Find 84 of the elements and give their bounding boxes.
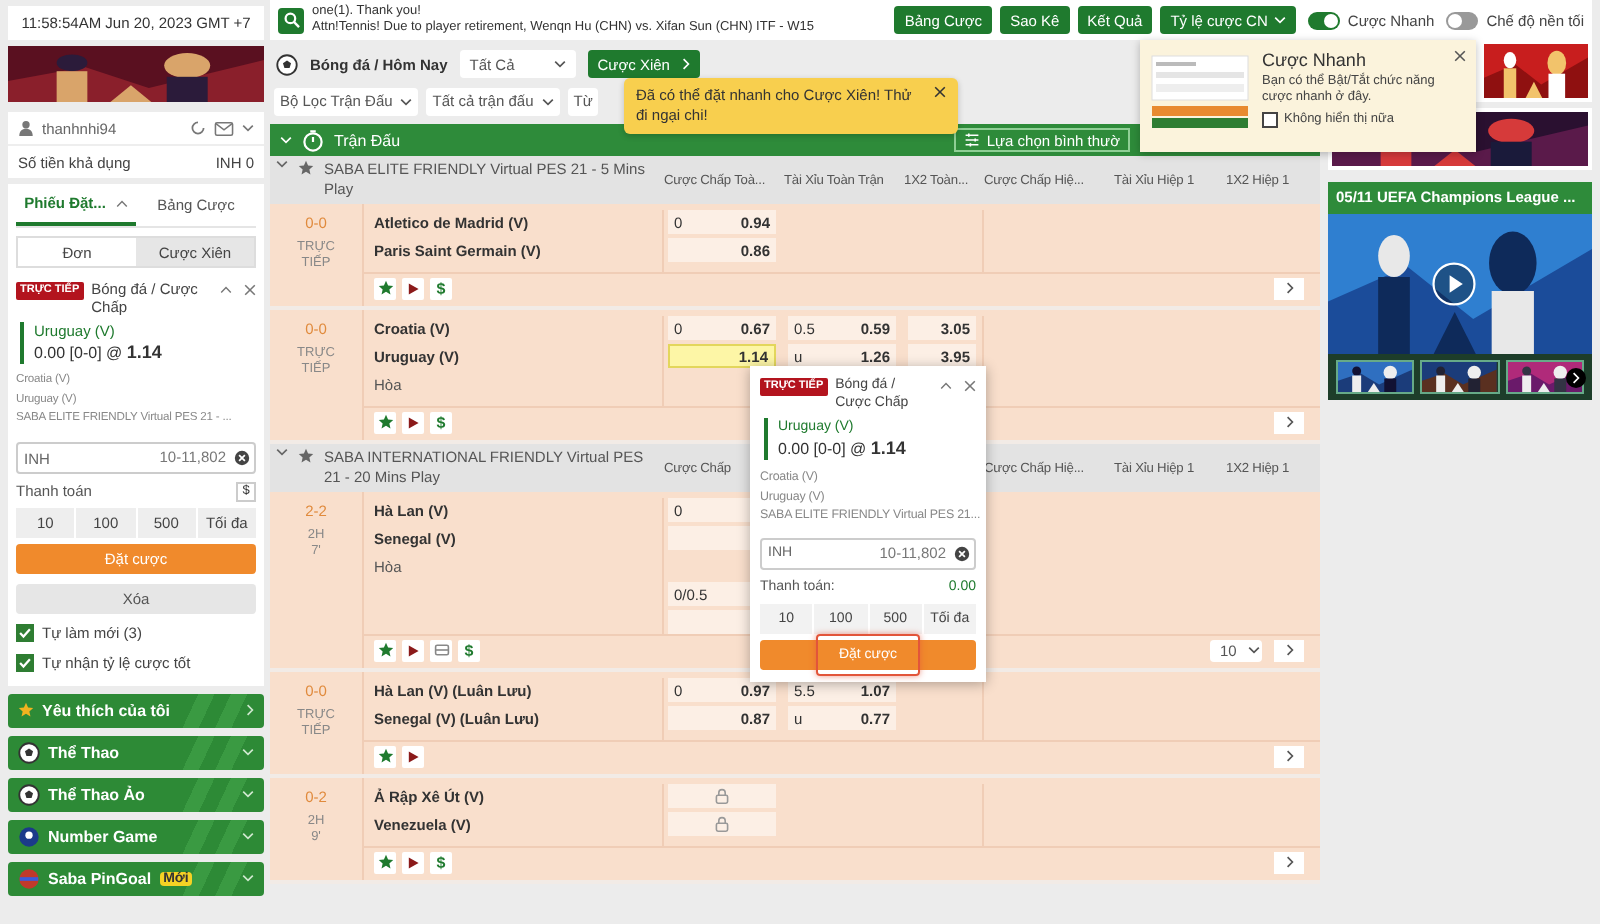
chevron-right-icon [1285,750,1293,762]
chevron-down-icon[interactable] [276,160,288,168]
lock-icon [714,816,730,832]
star-icon[interactable] [298,448,314,464]
caret-icon [115,199,128,207]
mail-icon[interactable] [214,121,234,135]
close-icon[interactable] [934,86,946,98]
cashout-button[interactable]: $ [458,639,480,661]
star-icon[interactable] [374,639,396,661]
checkbox[interactable] [1262,111,1278,128]
user-icon [18,120,34,136]
clear-icon[interactable] [234,449,250,465]
menu-label: Thể Thao [48,743,120,761]
chevron-right-icon [246,704,254,716]
play-icon[interactable] [402,745,424,767]
play-icon[interactable] [402,411,424,433]
caret-icon [553,60,566,68]
cashout-button[interactable]: $ [430,411,452,433]
star-icon[interactable] [298,160,314,176]
odds-line: 0.00 [0-0] @ 1.14 [778,438,908,460]
chevron-right-icon [681,58,690,70]
expand-button[interactable] [1274,277,1304,299]
collapse-icon[interactable] [940,382,952,390]
menu-label: Number Game [48,827,158,845]
expand-button[interactable] [1274,639,1304,661]
chevron-right-icon [1285,282,1293,294]
menu-item[interactable]: Thể Thao [8,735,264,769]
clear-icon[interactable] [954,545,970,561]
caret-icon [1248,646,1261,654]
menu-item[interactable]: Number Game [8,819,264,853]
slip-preview-drawing [1150,52,1250,132]
star-icon[interactable] [374,851,396,873]
filter-icon [964,132,981,148]
soccer-ball-icon [276,53,298,75]
close-icon[interactable] [244,284,256,296]
star-icon[interactable] [374,277,396,299]
star-icon [18,702,34,718]
expand-button[interactable] [1274,851,1304,873]
play-button-icon[interactable] [1432,262,1476,306]
section-title: Trận Đấu [334,131,401,149]
ball-icon [18,783,40,805]
search-icon[interactable] [278,7,304,33]
close-icon[interactable] [964,380,976,392]
odds-line: 0.00 [0-0] @ 1.14 [34,342,164,364]
checkbox[interactable] [16,654,34,672]
chevron-icon[interactable] [242,124,254,132]
play-icon[interactable] [402,277,424,299]
chevron-down-icon [242,832,254,840]
chevron-right-icon [1285,416,1293,428]
chevron-right-icon [1285,856,1293,868]
menu-label: Thể Thao Ảo [48,785,145,803]
chevron-right-icon [1285,644,1293,656]
menu-item[interactable]: Thể Thao Ảo [8,777,264,811]
star-icon[interactable] [374,411,396,433]
refresh-icon[interactable] [190,120,206,136]
checkbox[interactable] [16,624,34,642]
close-icon[interactable] [1454,50,1466,62]
lock-icon [714,788,730,804]
chevron-down-icon [242,790,254,798]
star-icon[interactable] [374,745,396,767]
ball-icon [18,825,40,847]
toggle-switch[interactable] [1446,11,1479,29]
menu-label: Saba PinGoal [48,869,152,887]
ball-icon [18,741,40,763]
expand-button[interactable] [1274,745,1304,767]
cashout-button[interactable]: $ [430,851,452,873]
menu-label: Yêu thích của tôi [42,701,171,719]
caret-icon [400,97,413,105]
chevron-right-icon [1572,372,1580,384]
toggle-switch[interactable] [1307,11,1340,29]
stopwatch-icon [302,129,324,151]
play-icon[interactable] [402,639,424,661]
chevron-down-icon[interactable] [276,448,288,456]
caret-icon [541,97,554,105]
ball-icon [18,867,40,889]
chevron-down-icon [242,748,254,756]
cashout-button[interactable]: $ [430,277,452,299]
chevron-down-icon [242,874,254,882]
caret-icon [1273,16,1286,24]
play-icon[interactable] [402,851,424,873]
menu-item[interactable]: Yêu thích của tôi [8,693,264,727]
expand-button[interactable] [1274,411,1304,433]
collapse-icon[interactable] [220,286,232,294]
popover-title: Cược Nhanh [1262,52,1366,69]
